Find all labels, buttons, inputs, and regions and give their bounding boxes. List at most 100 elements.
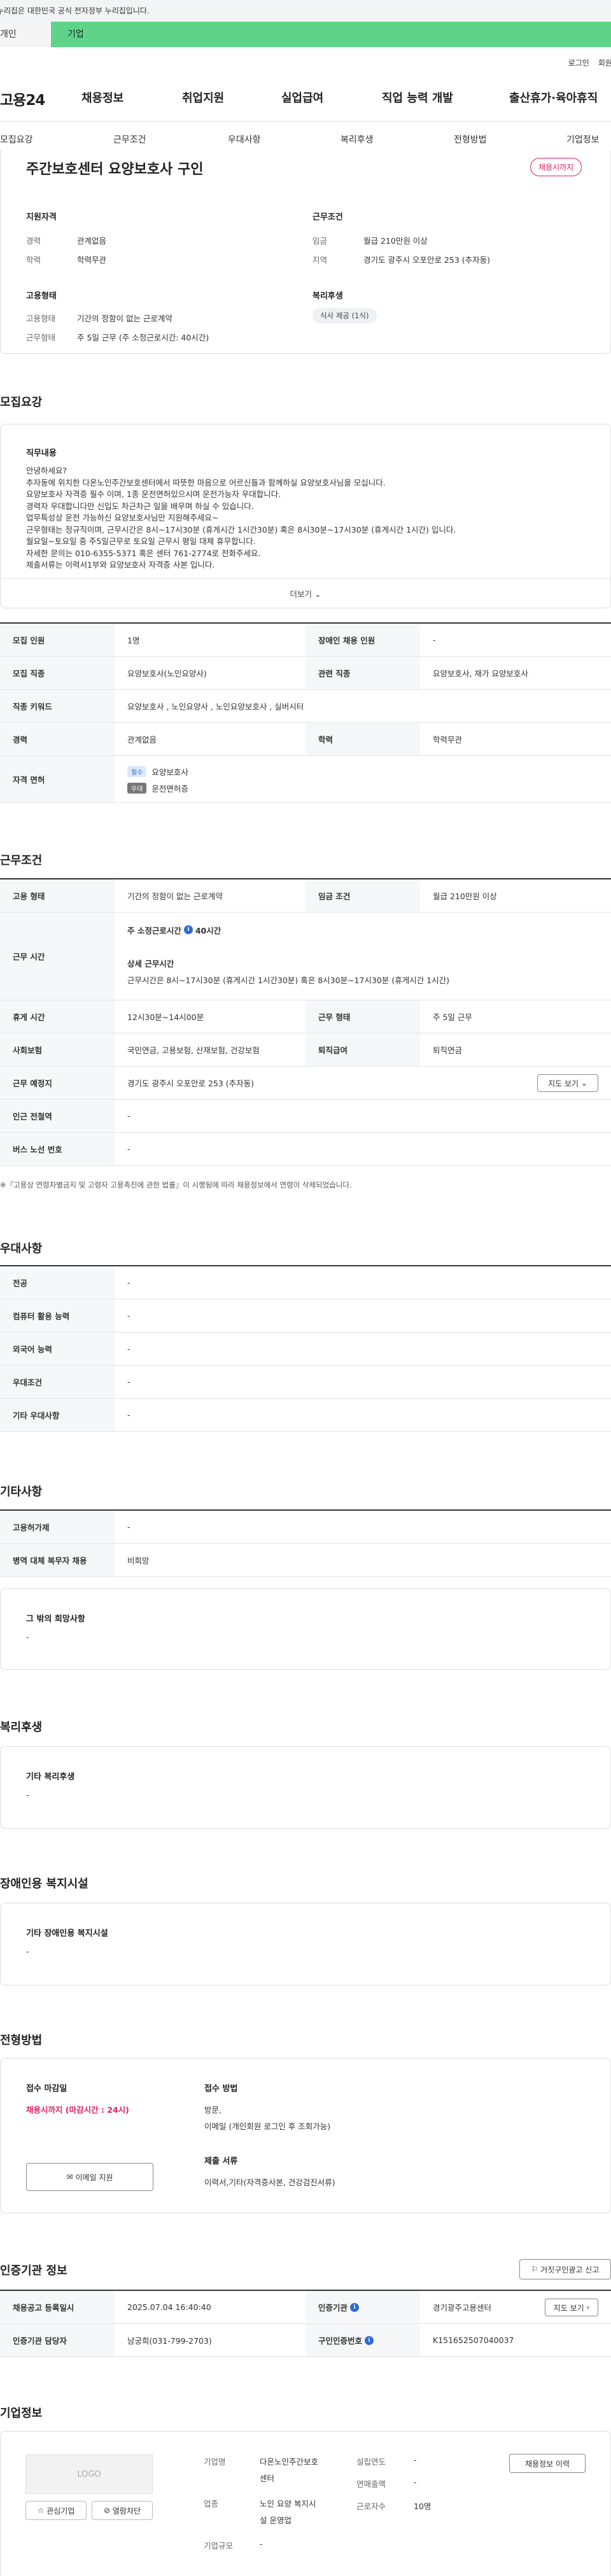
job-history-button[interactable]: 채용정보 이력	[509, 2454, 586, 2473]
recruit-table: 모집 인원 1명 장애인 채용 인원 - 모집 직종 요양보호사(노인요양사) …	[0, 622, 611, 803]
hours-detail: 근무시간은 8시~17시30분 (휴게시간 1시간30분) 혹은 8시30분~1…	[127, 975, 450, 985]
subnav-welfare[interactable]: 복리후생	[341, 133, 374, 146]
other-wish-card: 그 밖의 희망사항 -	[0, 1588, 611, 1670]
th-related: 관련 직종	[306, 657, 420, 689]
th-bus: 버스 노선 번호	[0, 1133, 115, 1165]
map-view-button[interactable]: 지도 보기 ⌄	[537, 1074, 598, 1092]
page: 이 누리집은 대한민국 공식 전자정부 누리집입니다. 개인 기업 로그인 회원가…	[0, 0, 611, 2576]
tab-company-label: 기업	[67, 29, 84, 39]
area-label: 지역	[313, 255, 328, 265]
th-pref-other: 기타 우대사항	[0, 1399, 115, 1431]
table-row: 외국어 능력 -	[0, 1333, 611, 1366]
table-row: 경력 관계없음 학력 학력무관	[0, 723, 611, 756]
agency-section-title: 인증기관 정보	[0, 2264, 67, 2278]
agency-map-button[interactable]: 지도 보기 ›	[545, 2299, 598, 2316]
td-bus: -	[127, 1144, 130, 1154]
industry-value-2: 설 운영업	[260, 2516, 291, 2525]
th-permit: 고용허가제	[0, 1511, 115, 1543]
td-subway: -	[127, 1111, 130, 1121]
hours-label: 주 소정근로시간	[127, 925, 181, 935]
td-manager: 남궁희(031-799-2703)	[127, 2336, 212, 2346]
license-item: 우대 운전면허증	[115, 776, 188, 800]
more-button[interactable]: 더보기 ⌄	[1, 587, 610, 599]
career-value: 관계없음	[77, 236, 107, 246]
td-language: -	[127, 1344, 130, 1354]
block-view-button[interactable]: ⊘ 열람차단	[92, 2501, 153, 2520]
subnav-pref[interactable]: 우대사항	[228, 133, 261, 146]
tab-personal-label: 개인	[0, 29, 17, 39]
type-heading: 고용형태	[26, 291, 57, 301]
th-occupation: 모집 직종	[0, 657, 115, 689]
license-value-2: 운전면허증	[151, 784, 188, 794]
company-section-title: 기업정보	[0, 2407, 43, 2420]
signup-link[interactable]: 회원가입	[598, 59, 611, 67]
th-hours: 근무 시간	[0, 913, 115, 1000]
gnb-skills-dev[interactable]: 직업 능력 개발	[382, 89, 453, 106]
industry-value-1: 노인 요양 복지시	[260, 2499, 316, 2509]
desc-text: 안녕하세요? 추자동에 위치한 다온노인주간보호센터에서 따뜻한 마음으로 어르…	[26, 466, 456, 570]
scale-value: -	[260, 2539, 263, 2549]
info-icon[interactable]: i	[350, 2302, 360, 2312]
docs-heading: 제출 서류	[204, 2157, 238, 2166]
scale-label: 기업규모	[204, 2541, 234, 2551]
company-logo: LOGO	[25, 2454, 153, 2494]
subnav-selection[interactable]: 전형방법	[454, 133, 487, 146]
gnb-parental-leave[interactable]: 출산휴가·육아휴직	[509, 89, 598, 106]
table-row: 컴퓨터 활용 능력 -	[0, 1299, 611, 1333]
table-row: 사회보험 국민연금, 고용보험, 산재보험, 건강보험 퇴직급여 퇴직연금	[0, 1033, 611, 1067]
sales-label: 연매출액	[356, 2479, 386, 2489]
gov-banner-text: 이 누리집은 대한민국 공식 전자정부 누리집입니다.	[0, 6, 150, 15]
td-wage: 월급 210만원 이상	[433, 892, 497, 901]
tab-personal[interactable]: 개인	[0, 22, 51, 47]
method-value-2: 이메일 (개인회원 로그인 후 조회가능)	[204, 2122, 331, 2131]
table-row: 휴게 시간 12시30분~14시00분 근무 형태 주 5일 근무	[0, 1000, 611, 1033]
th-severance: 퇴직급여	[306, 1033, 420, 1066]
th-career: 경력	[0, 723, 115, 755]
age-note: ※『고용상 연령차별금지 및 고령자 고용촉진에 관한 법률』이 시행됨에 따라…	[0, 1180, 352, 1189]
td-emp-type: 기간의 정함이 없는 근로계약	[127, 892, 223, 901]
th-cert-no-label: 구인인증번호	[318, 2336, 363, 2346]
td-org: 경기광주고용센터	[433, 2303, 492, 2313]
gnb-jobs[interactable]: 채용정보	[81, 89, 123, 106]
star-icon: ☆	[37, 2506, 45, 2515]
work-type-value: 주 5일 근무 (주 소정근로시간: 40시간)	[77, 333, 209, 342]
th-insurance: 사회보험	[0, 1033, 115, 1066]
table-row: 고용허가제 -	[0, 1511, 611, 1544]
tab-company[interactable]: 기업	[51, 22, 611, 47]
false-ad-report-button[interactable]: ⚐ 거짓구인광고 신고	[519, 2259, 611, 2279]
disability-value: -	[26, 1947, 29, 1956]
pref-section-title: 우대사항	[0, 1242, 43, 1256]
th-org: 인증기관 i	[306, 2291, 420, 2323]
benefit-chip: 식사 제공 (1식)	[313, 308, 377, 323]
founded-label: 설립연도	[356, 2457, 386, 2467]
gnb-unemployment-benefit[interactable]: 실업급여	[281, 89, 323, 106]
site-logo[interactable]: 고용24	[0, 88, 45, 109]
report-icon: ⚐	[531, 2265, 538, 2274]
favorite-company-button[interactable]: ☆ 관심기업	[25, 2501, 87, 2520]
table-row: 직종 키워드 요양보호사 , 노인요양사 , 노인요양보호사 , 실버시터	[0, 690, 611, 723]
th-org-label: 인증기관	[318, 2303, 348, 2313]
welfare-value: -	[26, 1790, 29, 1800]
login-link[interactable]: 로그인	[568, 59, 589, 67]
emp-type-label: 고용형태	[26, 314, 56, 323]
info-icon[interactable]: i	[365, 2335, 374, 2345]
th-wage: 임금 조건	[306, 879, 420, 912]
email-apply-button[interactable]: ✉ 이메일 지원	[26, 2163, 153, 2191]
table-row: 인근 전철역 -	[0, 1100, 611, 1133]
th-edu: 학력	[306, 723, 420, 755]
subnav-company[interactable]: 기업정보	[566, 133, 600, 146]
td-severance: 퇴직연금	[433, 1046, 463, 1055]
td-major: -	[127, 1278, 130, 1287]
td-related: 요양보호사, 재가 요양보호사	[433, 669, 528, 678]
info-icon[interactable]: i	[183, 925, 193, 934]
th-disabled-hire: 장애인 채용 인원	[306, 624, 420, 656]
edu-value: 학력무관	[77, 255, 107, 265]
td-cert-no: K151652507040037	[433, 2335, 514, 2345]
subnav-recruit[interactable]: 모집요강	[0, 133, 33, 146]
td-keyword: 요양보호사 , 노인요양사 , 노인요양보호사 , 실버시터	[127, 702, 304, 711]
emp-type-value: 기간의 정함이 없는 근로계약	[77, 314, 172, 323]
gnb-employment-support[interactable]: 취업지원	[182, 89, 224, 106]
block-label: 열람차단	[112, 2506, 141, 2516]
subnav-work[interactable]: 근무조건	[113, 133, 146, 146]
favorite-label: 관심기업	[46, 2506, 75, 2516]
